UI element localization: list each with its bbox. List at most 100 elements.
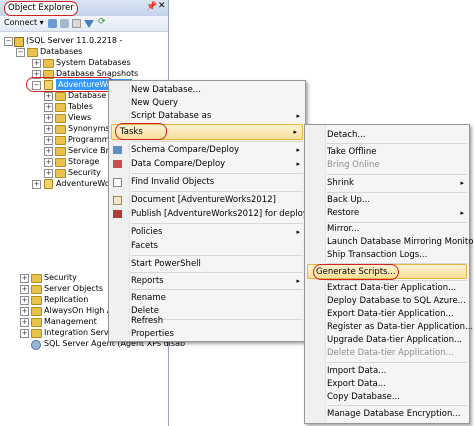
menu-item-publish[interactable]: Publish [AdventureWorks2012] for deploym… [109,207,338,221]
expand-icon[interactable]: + [44,169,53,178]
menu-item-restore[interactable]: Restore ▸ [305,206,469,220]
menu-item-reports[interactable]: Reports ▸ [109,274,305,288]
menu-item-refresh[interactable]: Refresh [109,314,305,328]
collapse-icon[interactable]: − [4,37,13,46]
tree-node-label: Storage [68,157,100,166]
database-context-menu: New Database... New Query Script Databas… [108,80,338,342]
tasks-submenu: Detach... Take Offline Bring Online Shri… [304,124,474,424]
expand-icon[interactable]: + [44,103,53,112]
object-explorer-titlebar: Object Explorer 📌 ✕ [0,0,168,17]
folder-icon [55,92,66,101]
menu-item-copy-database[interactable]: Copy Database... [305,390,469,404]
collapse-icon[interactable]: − [16,48,25,57]
menu-item-ship-transaction-logs[interactable]: Ship Transaction Logs... [305,248,469,262]
menu-item-mirror[interactable]: Mirror... [305,222,469,236]
menu-item-bring-online[interactable]: Bring Online [305,158,469,172]
menu-item-find-invalid-objects[interactable]: Find Invalid Objects [109,175,305,189]
menu-item-upgrade-data-tier[interactable]: Upgrade Data-tier Application... [305,333,469,347]
menu-item-register-data-tier[interactable]: Register as Data-tier Application... [305,320,473,334]
find-objects-icon [113,178,122,187]
menu-item-new-query[interactable]: New Query [109,96,305,110]
tree-node-label: Replication [44,295,89,304]
folder-icon [43,59,54,68]
tree-node-label: Security [68,168,101,177]
folder-icon [55,114,66,123]
expand-icon[interactable]: + [20,318,29,327]
submenu-arrow-icon: ▸ [296,228,300,236]
close-icon[interactable]: ✕ [158,1,166,11]
expand-icon[interactable]: + [44,147,53,156]
menu-item-document[interactable]: Document [AdventureWorks2012] [109,193,305,207]
tree-node-label: Security [44,273,77,282]
folder-icon [55,125,66,134]
folder-icon [31,329,42,338]
submenu-arrow-icon: ▸ [296,146,300,154]
menu-item-facets[interactable]: Facets [109,239,305,253]
menu-item-export-data[interactable]: Export Data... [305,377,469,391]
menu-item-rename[interactable]: Rename [109,291,305,305]
folder-icon [31,296,42,305]
menu-item-data-compare[interactable]: Data Compare/Deploy ▸ [109,157,305,171]
folder-icon [31,285,42,294]
expand-icon[interactable]: + [44,136,53,145]
tree-node-label: Synonyms [68,124,110,133]
connect-icon[interactable] [48,19,57,28]
menu-item-extract-data-tier[interactable]: Extract Data-tier Application... [305,281,469,295]
menu-item-launch-mirroring-monitor[interactable]: Launch Database Mirroring Monitor... [305,235,474,249]
submenu-arrow-icon: ▸ [293,128,297,136]
document-icon [113,196,122,205]
expand-icon[interactable]: + [32,59,41,68]
menu-item-import-data[interactable]: Import Data... [305,364,469,378]
folder-icon [31,318,42,327]
pin-icon[interactable]: 📌 [146,2,157,12]
expand-icon[interactable]: + [20,296,29,305]
stop-icon[interactable] [72,19,81,28]
disconnect-icon[interactable] [60,19,69,28]
menu-item-shrink[interactable]: Shrink ▸ [305,176,469,190]
menu-item-policies[interactable]: Policies ▸ [109,225,305,239]
submenu-arrow-icon: ▸ [460,179,464,187]
menu-item-schema-compare[interactable]: Schema Compare/Deploy ▸ [109,143,305,157]
expand-icon[interactable]: + [44,125,53,134]
refresh-icon[interactable]: ⟳ [98,17,107,27]
expand-icon[interactable]: + [20,274,29,283]
expand-icon[interactable]: + [44,114,53,123]
menu-item-back-up[interactable]: Back Up... [305,193,469,207]
annotation-oval [115,123,167,140]
menu-item-properties[interactable]: Properties [109,327,305,341]
folder-icon [31,274,42,283]
menu-item-delete-data-tier[interactable]: Delete Data-tier Application... [305,346,469,360]
expand-icon[interactable]: + [32,180,41,189]
expand-icon[interactable]: + [44,92,53,101]
menu-item-start-powershell[interactable]: Start PowerShell [109,257,305,271]
menu-item-new-database[interactable]: New Database... [109,83,305,97]
menu-item-export-data-tier[interactable]: Export Data-tier Application... [305,307,469,321]
tree-node-label: Views [68,113,92,122]
tree-node-label: Tables [68,102,93,111]
folder-icon [27,48,38,57]
filter-icon[interactable] [84,20,94,28]
schema-compare-icon [113,146,122,154]
tree-node-label: Server Objects [44,284,103,293]
annotation-oval [313,264,399,280]
submenu-arrow-icon: ▸ [296,277,300,285]
data-compare-icon [113,160,122,168]
menu-item-detach[interactable]: Detach... [305,128,469,142]
tree-node-label: Management [44,317,97,326]
expand-icon[interactable]: + [20,285,29,294]
submenu-arrow-icon: ▸ [460,209,464,217]
tree-node-label: System Databases [56,58,131,67]
folder-icon [55,169,66,178]
menu-item-script-database-as[interactable]: Script Database as ▸ [109,109,305,123]
expand-icon[interactable]: + [44,158,53,167]
menu-item-take-offline[interactable]: Take Offline [305,145,469,159]
menu-item-manage-encryption[interactable]: Manage Database Encryption... [305,407,469,421]
agent-icon [31,340,41,350]
expand-icon[interactable]: + [20,329,29,338]
folder-icon [55,103,66,112]
menu-item-deploy-sql-azure[interactable]: Deploy Database to SQL Azure... [305,294,469,308]
submenu-arrow-icon: ▸ [296,160,300,168]
connect-button[interactable]: Connect ▾ [4,18,44,27]
folder-icon [55,158,66,167]
expand-icon[interactable]: + [20,307,29,316]
